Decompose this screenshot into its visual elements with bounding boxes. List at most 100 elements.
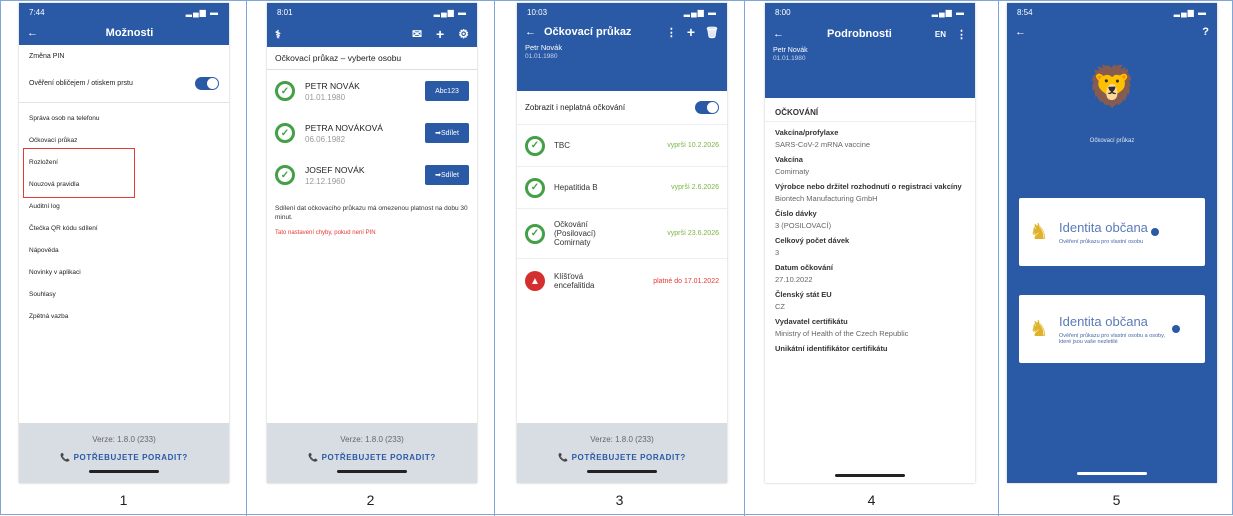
person-date: 06.06.1982 [305, 134, 346, 144]
menu-item-change-pin[interactable]: Změna PIN [19, 45, 229, 68]
screen-caption: Očkovací průkaz [1089, 138, 1135, 144]
phone-screen-3: 10:03 ▂▄▆ ▬ ← Očkovací průkaz ⋮ + 🗑 Petr … [517, 3, 727, 483]
menu-item-biometrics[interactable]: Ověření obličejem / otiskem prstu [19, 68, 229, 98]
home-indicator [1077, 472, 1147, 475]
biometrics-toggle[interactable] [195, 76, 219, 90]
help-label: POTŘEBUJETE PORADIT? [73, 453, 188, 462]
detail-value: 3 (POSILOVACÍ) [775, 221, 832, 230]
menu-item-news[interactable]: Novinky v aplikaci [19, 261, 229, 283]
check-icon: ✓ [275, 165, 295, 185]
signal-battery-icon: ▂▄▆ ▬ [683, 7, 717, 17]
card-subtitle: Ověření průkazu pro vlastní osobu [1059, 238, 1144, 245]
shield-icon[interactable]: ⚕ [275, 28, 281, 41]
help-button[interactable]: 📞 POTŘEBUJETE PORADIT? [517, 453, 727, 462]
vaccine-row[interactable]: ✓ Hepatitida B vyprší 2.6.2026 [517, 167, 727, 209]
share-button[interactable]: ➡ Sdílet [425, 123, 469, 143]
home-indicator [587, 470, 657, 473]
help-button[interactable]: 📞 POTŘEBUJETE PORADIT? [19, 453, 229, 462]
back-arrow-icon[interactable]: ← [525, 26, 536, 38]
screenshot-frame: 7:44 ▂▄▆ ▬ ← Možnosti Změna PIN Ověření o… [0, 0, 1233, 516]
detail-value: CZ [775, 302, 785, 311]
status-time: 8:01 [277, 7, 293, 17]
app-footer: Verze: 1.8.0 (233) 📞 POTŘEBUJETE PORADIT… [19, 423, 229, 483]
menu-item-label: Ověření obličejem / otiskem prstu [29, 79, 133, 87]
phone-screen-4: 8:00 ▂▄▆ ▬ ← Podrobnosti EN ⋮ Petr Novák … [765, 3, 975, 483]
menu-item-feedback[interactable]: Zpětná vazba [19, 305, 229, 327]
detail-label: Výrobce nebo držitel rozhodnutí o regist… [775, 182, 962, 191]
back-arrow-icon[interactable]: ← [27, 27, 38, 39]
detail-value: Biontech Manufacturing GmbH [775, 194, 878, 203]
menu-item-consents[interactable]: Souhlasy [19, 283, 229, 305]
screen-number: 3 [615, 492, 624, 508]
app-footer: Verze: 1.8.0 (233) 📞 POTŘEBUJETE PORADIT… [517, 423, 727, 483]
delete-icon[interactable]: 🗑 [705, 26, 719, 39]
lion-icon: ♞ [1029, 219, 1049, 244]
detail-value: 3 [775, 248, 780, 257]
settings-gear-icon[interactable]: ⚙ [458, 27, 469, 41]
person-code-button[interactable]: Abc123 [425, 81, 469, 101]
help-label: POTŘEBUJETE PORADIT? [571, 453, 686, 462]
share-button[interactable]: ➡ Sdílet [425, 165, 469, 185]
invalid-toggle[interactable] [695, 101, 719, 114]
card-subtitle: Ověření průkazu pro vlastní osobu a osob… [1059, 332, 1165, 345]
help-button[interactable]: 📞 POTŘEBUJETE PORADIT? [267, 453, 477, 462]
check-icon: ✓ [525, 135, 545, 156]
person-date: 01.01.1980 [773, 55, 806, 62]
czech-lion-emblem: 🦁 [1087, 65, 1137, 109]
add-icon[interactable]: + [687, 24, 695, 40]
card-title: Identita občana [1059, 219, 1148, 235]
home-indicator-wrap [1007, 464, 1217, 475]
menu-item-persons[interactable]: Správa osob na telefonu [19, 107, 229, 129]
menu-item-help[interactable]: Nápověda [19, 239, 229, 261]
lion-icon: ♞ [1029, 316, 1049, 341]
menu-item-audit-log[interactable]: Auditní log [19, 195, 229, 217]
home-indicator [89, 470, 159, 473]
identity-card-self[interactable]: ♞ Identita občana Ověření průkazu pro vl… [1019, 198, 1205, 266]
column-5: 8:54 ▂▄▆ ▬ ← ? 🦁 Očkovací průkaz ♞ Identi… [999, 1, 1233, 516]
more-icon[interactable]: ⋮ [956, 28, 967, 41]
vaccine-row[interactable]: ✓ Očkování (Posilovací) Comirnaty vyprší… [517, 209, 727, 259]
vaccine-row[interactable]: ▲ Klíšťová encefalitida platné do 17.01.… [517, 259, 727, 303]
phone-screen-5: 8:54 ▂▄▆ ▬ ← ? 🦁 Očkovací průkaz ♞ Identi… [1007, 3, 1217, 483]
person-row[interactable]: ✓ PETRA NOVÁKOVÁ 06.06.1982 ➡ Sdílet [267, 112, 477, 154]
back-arrow-icon[interactable]: ← [1015, 26, 1026, 38]
column-1: 7:44 ▂▄▆ ▬ ← Možnosti Změna PIN Ověření o… [1, 1, 247, 516]
arrow-dot-icon [1150, 228, 1159, 236]
screen-number: 1 [119, 492, 128, 508]
detail-label: Členský stát EU [775, 290, 832, 299]
page-title: Očkovací průkaz – vyberte osobu [267, 47, 477, 70]
identity-card-family[interactable]: ♞ Identita občana Ověření průkazu pro vl… [1019, 295, 1205, 363]
invalid-toggle-row[interactable]: Zobrazit i neplatná očkování [517, 91, 727, 125]
status-time: 7:44 [29, 7, 45, 17]
share-label: Sdílet [440, 129, 459, 137]
screen-title: Podrobnosti [827, 28, 892, 40]
vaccine-name: Očkování (Posilovací) Comirnaty [554, 220, 596, 247]
more-icon[interactable]: ⋮ [666, 26, 677, 39]
person-row[interactable]: ✓ PETR NOVÁK 01.01.1980 Abc123 [267, 70, 477, 112]
menu-item-qr-reader[interactable]: Čtečka QR kódu sdílení [19, 217, 229, 239]
column-3: 10:03 ▂▄▆ ▬ ← Očkovací průkaz ⋮ + 🗑 Petr … [495, 1, 745, 516]
vaccine-row[interactable]: ✓ TBC vyprší 10.2.2026 [517, 125, 727, 167]
person-date: 12.12.1960 [305, 176, 346, 186]
person-name: PETRA NOVÁKOVÁ [305, 122, 383, 133]
detail-label: Vakcína [775, 155, 803, 164]
phone-icon: 📞 [308, 453, 319, 462]
person-name: Petr Novák [773, 47, 808, 54]
language-button[interactable]: EN [935, 30, 946, 39]
person-row[interactable]: ✓ JOSEF NOVÁK 12.12.1960 ➡ Sdílet [267, 154, 477, 196]
check-icon: ✓ [275, 123, 295, 143]
back-arrow-icon[interactable]: ← [773, 28, 784, 40]
add-icon[interactable]: + [436, 26, 444, 42]
mail-icon[interactable]: ✉ [412, 27, 422, 41]
help-label: POTŘEBUJETE PORADIT? [321, 453, 436, 462]
warning-link[interactable]: Tato nastavení chyby, pokud není PIN [267, 222, 477, 236]
phone-screen-2: 8:01 ▂▄▆ ▬ ⚕ ✉ + ⚙ Očkovací průkaz – vybe… [267, 3, 477, 483]
phone-icon: 📞 [60, 453, 71, 462]
highlight-box [23, 148, 135, 198]
detail-label: Datum očkování [775, 263, 833, 272]
help-circle-icon[interactable]: ? [1202, 26, 1209, 38]
detail-label: Unikátní identifikátor certifikátu [775, 344, 888, 353]
person-date: 01.01.1980 [305, 92, 346, 102]
signal-battery-icon: ▂▄▆ ▬ [433, 7, 467, 17]
section-heading: OČKOVÁNÍ [765, 98, 975, 122]
